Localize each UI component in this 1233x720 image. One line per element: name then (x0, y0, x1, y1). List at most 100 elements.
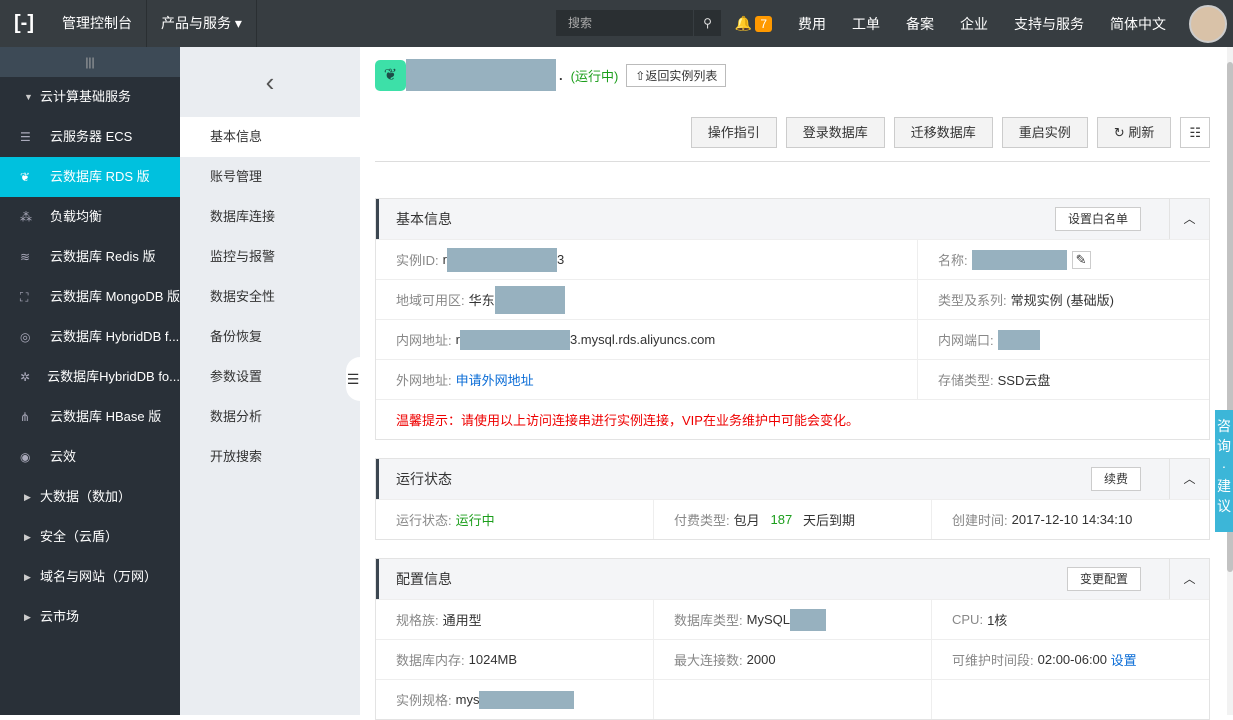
value: 1核 (987, 613, 1008, 628)
value: 运行中 (455, 513, 495, 528)
avatar[interactable] (1189, 4, 1227, 43)
item-label: 云数据库 HybridDB f... (50, 329, 180, 344)
value: 通用型 (442, 613, 482, 628)
group-label: 大数据（数加） (40, 489, 132, 504)
subnav-security[interactable]: 数据安全性 (180, 277, 360, 317)
search-input[interactable]: 搜索 ⚲ (556, 10, 721, 36)
subnav-search[interactable]: 开放搜索 (180, 437, 360, 477)
refresh-icon: ↻ (1113, 125, 1129, 140)
label: 数据库类型: (674, 613, 743, 628)
sidebar-item-redis[interactable]: ≋ 云数据库 Redis 版 (0, 237, 180, 277)
list-view-icon[interactable]: ☷ (1180, 117, 1210, 148)
value: 天后到期 (803, 513, 856, 528)
refresh-button[interactable]: ↻ 刷新 (1096, 117, 1172, 148)
label: 存储类型: (938, 373, 994, 388)
sidebar-group-security[interactable]: ▶ 安全（云盾） (0, 517, 180, 557)
label: 内网端口: (938, 333, 994, 348)
apply-extranet-link[interactable]: 申请外网地址 (456, 370, 534, 389)
sidebar-item-slb[interactable]: ⁂ 负载均衡 (0, 197, 180, 237)
subnav-backup[interactable]: 备份恢复 (180, 317, 360, 357)
mongodb-icon: ⛶ (20, 290, 29, 304)
sidebar-item-mongodb[interactable]: ⛶ 云数据库 MongoDB 版 (0, 277, 180, 317)
value: MySQL (746, 612, 790, 627)
collapse-chevron-icon[interactable]: ︿ (1169, 199, 1209, 239)
collapse-menu-icon[interactable]: ☰ (346, 357, 360, 401)
sidebar-toggle-icon[interactable]: ||| (0, 47, 180, 77)
subnav-accounts[interactable]: 账号管理 (180, 157, 360, 197)
label: 数据库内存: (396, 653, 465, 668)
rds-icon: ❦ (20, 170, 31, 184)
nav-language[interactable]: 简体中文 (1097, 14, 1179, 34)
whitelist-button[interactable]: 设置白名单 (1054, 207, 1141, 231)
sidebar-item-hybriddb-1[interactable]: ◎ 云数据库 HybridDB f... (0, 317, 180, 357)
sidebar-item-yunxiao[interactable]: ◉ 云效 (0, 437, 180, 477)
item-label: 负载均衡 (50, 209, 103, 224)
redacted (971, 249, 1067, 270)
value: 常规实例 (基础版) (1010, 293, 1114, 308)
sidebar-item-hbase[interactable]: ⋔ 云数据库 HBase 版 (0, 397, 180, 437)
item-label: 云数据库HybridDB fo... (47, 369, 180, 384)
label: CPU: (952, 612, 984, 627)
item-label: 云数据库 MongoDB 版 (49, 289, 180, 304)
caret-right-icon: ▶ (24, 532, 31, 542)
value: SSD云盘 (997, 373, 1051, 388)
sidebar: ||| ▼ 云计算基础服务 ☰ 云服务器 ECS ❦ 云数据库 RDS 版 ⁂ 负载均衡… (0, 47, 180, 715)
sub-nav: ‹ 基本信息 账号管理 数据库连接 监控与报警 数据安全性 备份恢复 参数设置 … (180, 47, 360, 715)
subnav-basic-info[interactable]: 基本信息 (180, 117, 360, 157)
caret-down-icon: ▾ (234, 15, 242, 31)
console-link[interactable]: 管理控制台 (48, 0, 147, 47)
maint-settings-link[interactable]: 设置 (1111, 650, 1137, 669)
sidebar-group-domain[interactable]: ▶ 域名与网站（万网） (0, 557, 180, 597)
back-chevron-icon[interactable]: ‹ (180, 47, 360, 117)
sidebar-item-rds[interactable]: ❦ 云数据库 RDS 版 (0, 157, 180, 197)
collapse-chevron-icon[interactable]: ︿ (1169, 459, 1209, 499)
renew-button[interactable]: 续费 (1090, 467, 1141, 491)
nav-icp[interactable]: 备案 (893, 14, 947, 34)
item-label: 云数据库 Redis 版 (50, 249, 156, 264)
edit-pencil-icon[interactable]: ✎ (1071, 250, 1091, 269)
label: 内网地址: (396, 333, 452, 348)
change-config-button[interactable]: 变更配置 (1066, 567, 1141, 591)
migrate-db-button[interactable]: 迁移数据库 (893, 117, 993, 148)
label: 名称: (938, 253, 968, 268)
bell-icon: 🔔 (734, 15, 753, 31)
item-label: 云服务器 ECS (50, 129, 133, 144)
collapse-chevron-icon[interactable]: ︿ (1169, 559, 1209, 599)
nav-tickets[interactable]: 工单 (839, 14, 893, 34)
guide-button[interactable]: 操作指引 (690, 117, 777, 148)
subnav-analysis[interactable]: 数据分析 (180, 397, 360, 437)
load-balancer-icon: ⁂ (20, 210, 32, 224)
top-bar: [-] 管理控制台 产品与服务 ▾ 搜索 ⚲ 🔔 7 费用 工单 备案 企业 支持与… (0, 0, 1233, 47)
sidebar-group-cloud[interactable]: ▼ 云计算基础服务 (0, 77, 180, 117)
redacted (789, 608, 826, 631)
value: 3.mysql.rds.aliyuncs.com (569, 332, 716, 347)
login-db-button[interactable]: 登录数据库 (785, 117, 885, 148)
back-to-list-button[interactable]: ⇧返回实例列表 (626, 63, 727, 87)
sidebar-item-ecs[interactable]: ☰ 云服务器 ECS (0, 117, 180, 157)
nav-enterprise[interactable]: 企业 (947, 14, 1001, 34)
notification-button[interactable]: 🔔 7 (722, 15, 785, 32)
basic-info-card: 基本信息 设置白名单 ︿ 实例ID: r 3 名称: ✎ 地域可用区: 华东 类型及系列: 常… (375, 198, 1210, 440)
feedback-button[interactable]: 咨询·建议 (1215, 410, 1233, 532)
value: 包月 (733, 513, 760, 528)
redacted (446, 247, 557, 272)
sidebar-group-bigdata[interactable]: ▶ 大数据（数加） (0, 477, 180, 517)
sidebar-item-hybriddb-2[interactable]: ✲ 云数据库HybridDB fo... (0, 357, 180, 397)
caret-right-icon: ▶ (24, 492, 31, 502)
nav-support[interactable]: 支持与服务 (1001, 14, 1097, 34)
scrollbar[interactable] (1227, 47, 1233, 715)
caret-right-icon: ▶ (24, 572, 31, 582)
aliyun-logo-icon[interactable]: [-] (0, 0, 48, 47)
sidebar-group-market[interactable]: ▶ 云市场 (0, 597, 180, 637)
products-menu[interactable]: 产品与服务 ▾ (147, 0, 257, 47)
search-icon[interactable]: ⚲ (693, 10, 721, 36)
nav-fees[interactable]: 费用 (785, 14, 839, 34)
subnav-connection[interactable]: 数据库连接 (180, 197, 360, 237)
caret-down-icon: ▼ (24, 92, 33, 102)
value: mys (455, 692, 480, 707)
subnav-monitoring[interactable]: 监控与报警 (180, 237, 360, 277)
config-card: 配置信息 变更配置 ︿ 规格族: 通用型 数据库类型: MySQL CPU: 1核 数据库… (375, 558, 1210, 720)
notification-badge: 7 (755, 16, 772, 32)
subnav-params[interactable]: 参数设置 (180, 357, 360, 397)
restart-button[interactable]: 重启实例 (1001, 117, 1088, 148)
